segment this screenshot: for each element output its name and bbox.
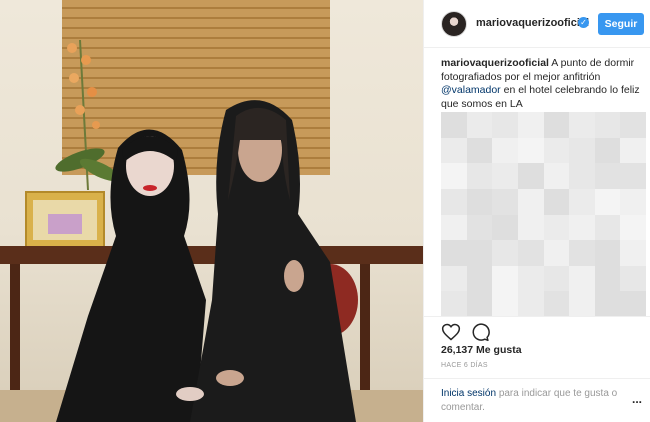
wooden-table: [0, 246, 423, 264]
blur-block: [543, 265, 570, 292]
photo-illustration: [0, 0, 423, 422]
post-actions: [424, 316, 650, 344]
blur-block: [620, 240, 646, 267]
heart-icon[interactable]: [441, 322, 461, 342]
blur-block: [466, 188, 493, 215]
blur-block: [620, 265, 646, 292]
blur-block: [594, 291, 621, 317]
blur-block: [517, 240, 544, 267]
blur-block: [492, 214, 519, 241]
blur-block: [441, 163, 468, 190]
blur-block: [517, 137, 544, 164]
blur-block: [569, 240, 596, 267]
blur-block: [492, 163, 519, 190]
blur-block: [543, 240, 570, 267]
blurred-comments: [441, 112, 646, 317]
comment-icon[interactable]: [470, 322, 490, 342]
blur-block: [569, 291, 596, 317]
blur-block: [594, 137, 621, 164]
post-timestamp: HACE 6 DÍAS: [441, 362, 488, 369]
blur-block: [543, 188, 570, 215]
blur-block: [466, 112, 493, 139]
blur-block: [517, 265, 544, 292]
login-footer: Inicia sesión para indicar que te gusta …: [424, 378, 650, 422]
blur-block: [569, 163, 596, 190]
blur-block: [517, 112, 544, 139]
post-caption: mariovaquerizooficial A punto de dormir …: [441, 57, 646, 111]
blur-block: [594, 214, 621, 241]
blur-block: [492, 112, 519, 139]
blur-block: [466, 214, 493, 241]
blur-block: [594, 240, 621, 267]
post-header: mariovaquerizooficial ✓ Seguir: [424, 0, 650, 48]
blur-block: [543, 291, 570, 317]
blur-block: [620, 163, 646, 190]
blur-block: [594, 112, 621, 139]
blur-block: [543, 112, 570, 139]
blur-block: [466, 137, 493, 164]
blur-block: [492, 137, 519, 164]
blur-block: [569, 112, 596, 139]
blur-block: [466, 163, 493, 190]
avatar[interactable]: [441, 11, 467, 37]
blur-block: [517, 291, 544, 317]
post-sidebar: mariovaquerizooficial ✓ Seguir mariovaqu…: [423, 0, 650, 422]
username-link[interactable]: mariovaquerizooficial: [476, 17, 589, 29]
blur-block: [492, 291, 519, 317]
blur-block: [594, 265, 621, 292]
likes-count[interactable]: 26,137 Me gusta: [441, 344, 522, 356]
blur-block: [466, 291, 493, 317]
blur-block: [620, 112, 646, 139]
blur-block: [517, 188, 544, 215]
blur-block: [441, 188, 468, 215]
blur-block: [466, 265, 493, 292]
post-photo[interactable]: [0, 0, 423, 422]
more-options-icon[interactable]: ...: [632, 392, 642, 406]
blur-block: [441, 265, 468, 292]
blur-block: [594, 163, 621, 190]
blur-block: [620, 188, 646, 215]
login-prompt: Inicia sesión para indicar que te gusta …: [441, 387, 626, 414]
blur-block: [517, 214, 544, 241]
blur-block: [569, 265, 596, 292]
blur-block: [441, 137, 468, 164]
blur-block: [492, 265, 519, 292]
blur-block: [441, 240, 468, 267]
follow-button[interactable]: Seguir: [598, 13, 644, 35]
blur-block: [543, 137, 570, 164]
blur-block: [594, 188, 621, 215]
blur-block: [620, 137, 646, 164]
blur-block: [620, 214, 646, 241]
blur-block: [517, 163, 544, 190]
blur-block: [441, 112, 468, 139]
caption-mention-link[interactable]: @valamador: [441, 84, 501, 96]
caption-username-link[interactable]: mariovaquerizooficial: [441, 57, 549, 69]
login-link[interactable]: Inicia sesión: [441, 388, 496, 399]
verified-badge-icon: ✓: [578, 17, 589, 28]
blur-block: [441, 291, 468, 317]
blur-block: [569, 137, 596, 164]
blur-block: [466, 240, 493, 267]
blur-block: [569, 188, 596, 215]
blur-block: [492, 188, 519, 215]
blur-block: [543, 214, 570, 241]
blur-block: [492, 240, 519, 267]
blur-block: [543, 163, 570, 190]
blur-block: [441, 214, 468, 241]
blur-block: [569, 214, 596, 241]
blur-block: [620, 291, 646, 317]
